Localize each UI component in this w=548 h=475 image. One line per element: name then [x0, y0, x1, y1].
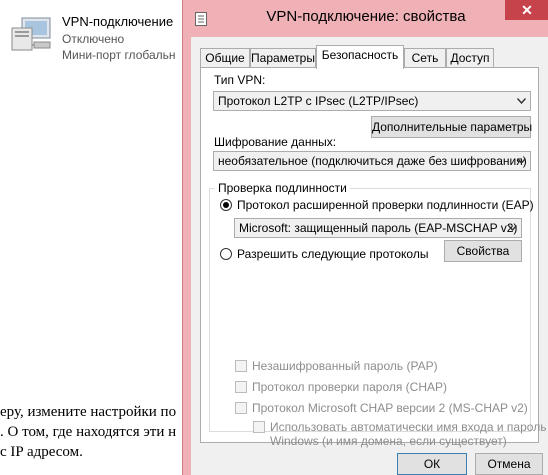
encryption-value: необязательное (подключиться даже без ши… — [218, 154, 527, 168]
vpn-type-label: Тип VPN: — [214, 73, 266, 87]
tab-parameters[interactable]: Параметры — [250, 48, 316, 67]
encryption-label: Шифрование данных: — [214, 135, 337, 149]
advanced-settings-button[interactable]: Дополнительные параметры — [371, 116, 532, 138]
chevron-down-icon — [517, 158, 526, 164]
dialog-client-area: Общие Параметры Безопасность Сеть Доступ… — [191, 37, 548, 475]
radio-selected-dot — [223, 202, 229, 208]
cancel-button[interactable]: Отмена — [475, 453, 543, 475]
chevron-down-icon — [508, 225, 517, 231]
eap-method-select[interactable]: Microsoft: защищенный пароль (EAP-MSCHAP… — [234, 218, 522, 238]
explorer-pane: VPN-подключение Отключено Мини-порт глоб… — [0, 0, 200, 475]
vpn-properties-dialog: VPN-подключение: свойства ✕ Общие Параме… — [182, 0, 548, 475]
allow-protocols-label[interactable]: Разрешить следующие протоколы — [237, 247, 428, 261]
dialog-title: VPN-подключение: свойства — [266, 8, 466, 25]
chevron-down-icon — [517, 98, 526, 104]
chap-checkbox[interactable] — [235, 381, 247, 393]
encryption-select[interactable]: необязательное (подключиться даже без ши… — [213, 151, 531, 171]
mschap-checkbox[interactable] — [235, 402, 247, 414]
connection-status: Отключено — [62, 32, 125, 46]
article-line: еру, измените настройки по — [0, 404, 177, 420]
autologon-label-line2: Windows (и имя домена, если существует) — [270, 434, 507, 448]
connection-device: Мини-порт глобальн — [62, 48, 176, 62]
eap-method-value: Microsoft: защищенный пароль (EAP-MSCHAP… — [239, 221, 522, 235]
connection-name: VPN-подключение — [62, 14, 174, 29]
mschap-label: Протокол Microsoft CHAP версии 2 (MS-CHA… — [252, 401, 528, 415]
authentication-group-title: Проверка подлинности — [215, 181, 350, 195]
network-connection-icon — [11, 17, 51, 51]
close-button[interactable]: ✕ — [505, 0, 548, 20]
ok-button[interactable]: ОК — [397, 453, 467, 475]
pap-label: Незашифрованный пароль (PAP) — [252, 359, 438, 373]
security-tab-panel: Тип VPN: Протокол L2TP с IPsec (L2TP/IPs… — [200, 67, 546, 448]
eap-radio[interactable] — [220, 199, 232, 211]
eap-radio-label[interactable]: Протокол расширенной проверки подлинност… — [237, 198, 534, 212]
tab-access[interactable]: Доступ — [446, 48, 494, 67]
tab-general[interactable]: Общие — [200, 48, 250, 67]
properties-button[interactable]: Свойства — [444, 240, 522, 262]
article-text: еру, измените настройки по . О том, где … — [0, 402, 182, 462]
tab-network[interactable]: Сеть — [404, 48, 446, 67]
dialog-titlebar[interactable]: VPN-подключение: свойства ✕ — [183, 0, 548, 36]
vpn-type-select[interactable]: Протокол L2TP с IPsec (L2TP/IPsec) — [213, 91, 531, 111]
vpn-type-value: Протокол L2TP с IPsec (L2TP/IPsec) — [218, 94, 419, 108]
chap-label: Протокол проверки пароля (CHAP) — [252, 380, 448, 394]
article-line: с IP адресом. — [0, 444, 83, 460]
vpn-connection-item[interactable]: VPN-подключение Отключено Мини-порт глоб… — [0, 0, 200, 66]
autologon-checkbox[interactable] — [253, 421, 265, 433]
article-line: . О том, где находятся эти н — [0, 424, 177, 440]
allow-protocols-radio[interactable] — [220, 248, 232, 260]
autologon-label-line1: Использовать автоматически имя входа и п… — [270, 420, 547, 434]
pap-checkbox[interactable] — [235, 360, 247, 372]
tab-security[interactable]: Безопасность — [316, 45, 404, 69]
